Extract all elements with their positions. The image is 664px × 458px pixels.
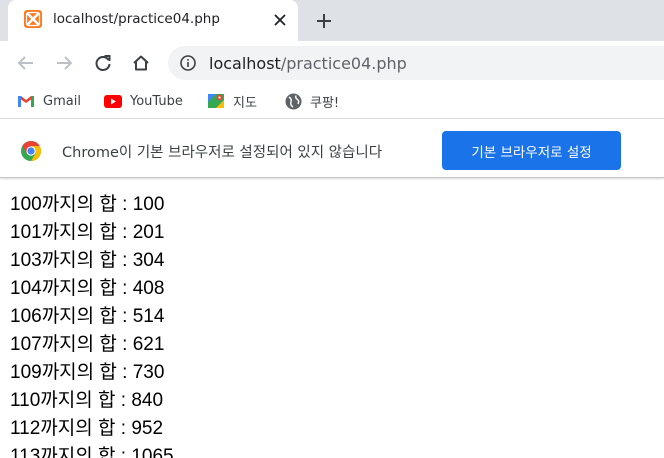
chrome-logo-icon: [20, 140, 42, 162]
page-content: 100까지의 합 : 100 101까지의 합 : 201 103까지의 합 :…: [10, 193, 660, 458]
tab-strip: localhost/practice04.php: [0, 0, 664, 41]
maps-icon: [207, 93, 225, 109]
bookmark-label: 쿠팡!: [310, 95, 340, 111]
bookmarks-bar: Gmail YouTube 지도 쿠팡!: [0, 85, 664, 119]
bookmark-coupang[interactable]: 쿠팡!: [284, 91, 339, 111]
youtube-icon: [104, 93, 122, 109]
address-bar[interactable]: localhost/practice04.php: [168, 46, 664, 80]
output-line: 103까지의 합 : 304: [10, 250, 165, 271]
browser-toolbar: localhost/practice04.php: [0, 41, 664, 85]
output-line: 113까지의 합 : 1065: [10, 446, 174, 458]
address-url[interactable]: localhost/practice04.php: [209, 54, 407, 73]
output-line: 101까지의 합 : 201: [10, 222, 165, 243]
output-line: 109까지의 합 : 730: [10, 362, 165, 383]
reload-icon[interactable]: [91, 51, 115, 75]
url-path: /practice04.php: [280, 54, 407, 73]
forward-icon[interactable]: [52, 51, 76, 75]
bookmark-maps[interactable]: 지도: [207, 91, 257, 111]
infobar-message: Chrome이 기본 브라우저로 설정되어 있지 않습니다: [62, 145, 383, 161]
default-browser-infobar: Chrome이 기본 브라우저로 설정되어 있지 않습니다 기본 브라우저로 설…: [0, 119, 664, 178]
xampp-favicon-icon: [24, 10, 42, 28]
tab-active[interactable]: localhost/practice04.php: [8, 0, 298, 41]
bookmark-youtube[interactable]: YouTube: [104, 91, 183, 111]
output-line: 110까지의 합 : 840: [10, 390, 164, 411]
home-icon[interactable]: [129, 51, 153, 75]
tab-close-icon[interactable]: [269, 9, 291, 31]
output-line: 100까지의 합 : 100: [10, 194, 165, 215]
site-info-icon[interactable]: [180, 55, 196, 71]
output-line: 112까지의 합 : 952: [10, 418, 164, 439]
set-default-browser-button[interactable]: 기본 브라우저로 설정: [442, 131, 621, 170]
globe-icon: [284, 93, 302, 109]
bookmark-label: YouTube: [130, 93, 183, 109]
gmail-icon: [17, 93, 35, 109]
bookmark-label: 지도: [233, 95, 257, 111]
back-icon[interactable]: [14, 51, 38, 75]
new-tab-icon[interactable]: [312, 9, 336, 33]
output-line: 106까지의 합 : 514: [10, 306, 165, 327]
output-line: 104까지의 합 : 408: [10, 278, 165, 299]
bookmark-gmail[interactable]: Gmail: [17, 91, 81, 111]
url-host: localhost: [209, 54, 281, 73]
tab-title: localhost/practice04.php: [53, 11, 220, 27]
output-line: 107까지의 합 : 621: [10, 334, 165, 355]
bookmark-label: Gmail: [43, 93, 81, 109]
